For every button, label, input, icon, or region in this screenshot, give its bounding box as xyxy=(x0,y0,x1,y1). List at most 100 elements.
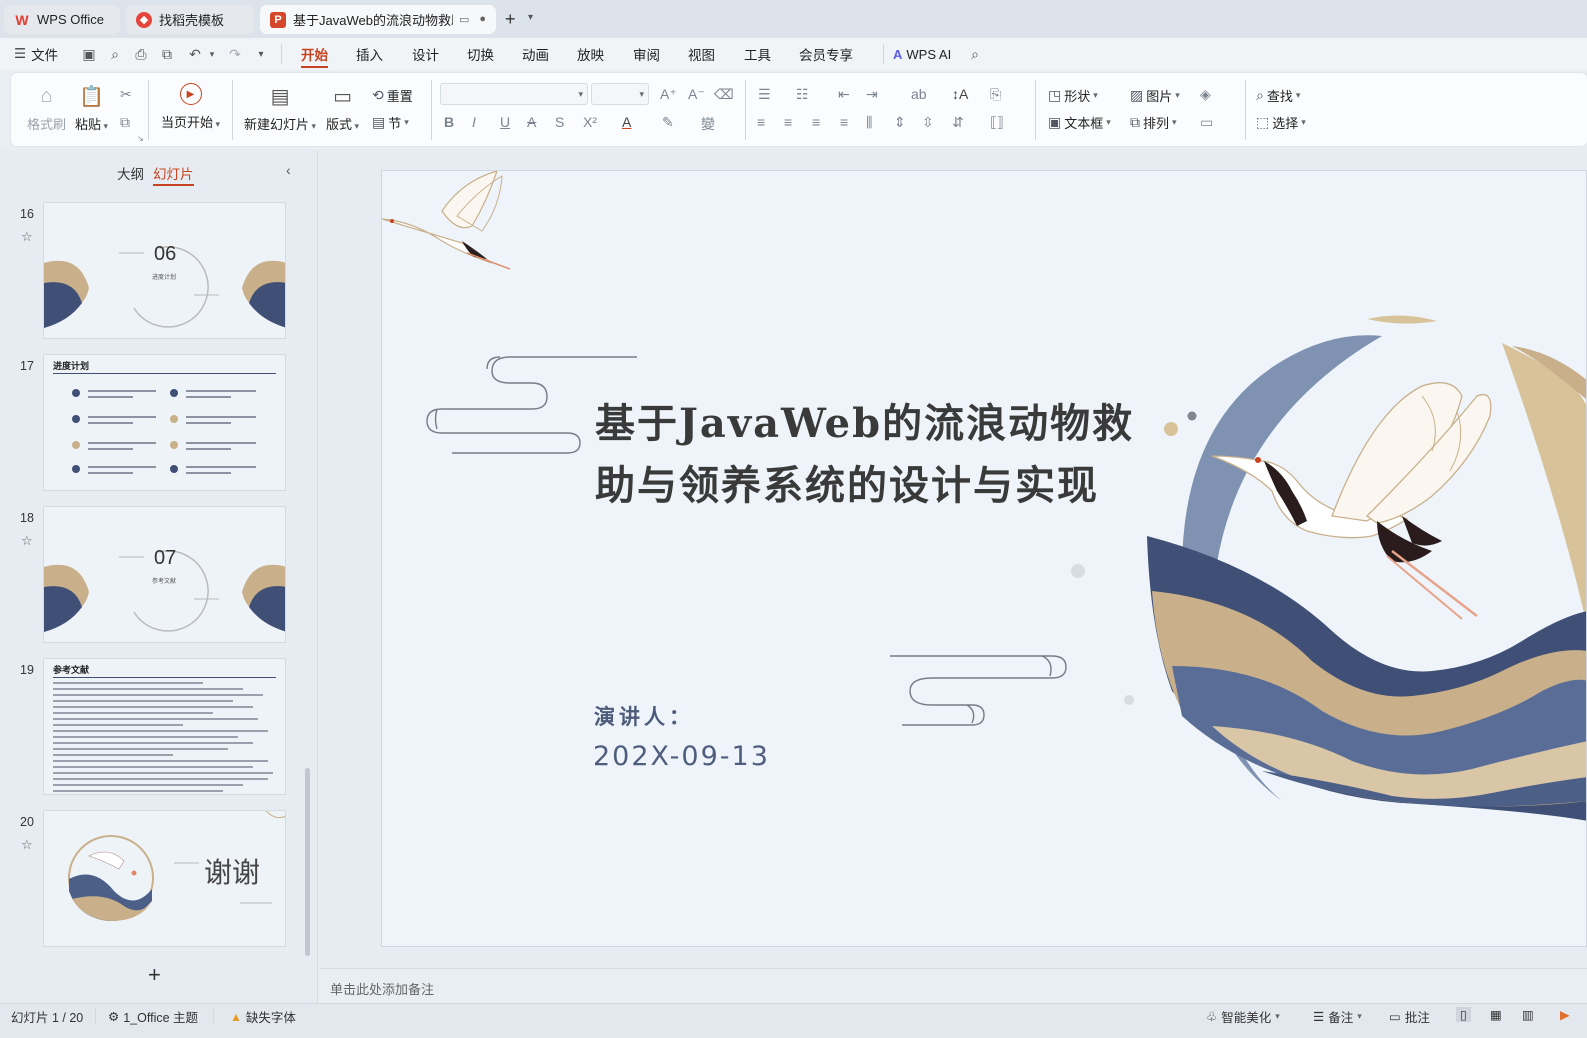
tab-review[interactable]: 审阅 xyxy=(633,38,660,70)
current-slide[interactable]: 基于JavaWeb的流浪动物救助与领养系统的设计与实现 演讲人： 202X-09… xyxy=(381,170,1587,947)
search-icon[interactable]: ⌕ xyxy=(966,45,984,63)
tab-insert[interactable]: 插入 xyxy=(356,38,383,70)
add-slide-plus-icon[interactable]: + xyxy=(148,962,161,988)
shadow-icon[interactable]: S xyxy=(555,114,564,130)
more-chevron-down-icon[interactable]: ▾ xyxy=(252,45,270,63)
picture-button[interactable]: ▨ 图片 ▾ xyxy=(1130,86,1180,105)
text-wrap-icon[interactable]: ⟦⟧ xyxy=(990,114,1004,131)
reading-view-icon[interactable]: ▥ xyxy=(1522,1007,1534,1022)
numbering-icon[interactable]: ☷ xyxy=(796,86,809,103)
speaker-label[interactable]: 演讲人： xyxy=(594,701,694,731)
increase-indent-icon[interactable]: ⇥ xyxy=(866,86,878,103)
slide-thumbnail-19[interactable]: 参考文献 xyxy=(43,658,286,795)
find-button[interactable]: ⌕ 查找 ▾ xyxy=(1256,86,1300,105)
textbox-button[interactable]: ▣ 文本框 ▾ xyxy=(1048,113,1111,132)
strikethrough-icon[interactable]: A xyxy=(527,114,536,130)
notes-toggle-button[interactable]: ☰ 备注 ▾ xyxy=(1313,1007,1362,1026)
bullets-icon[interactable]: ☰ xyxy=(758,86,771,103)
new-slide-button[interactable]: ▤ 新建幻灯片 ▾ xyxy=(244,83,316,133)
reset-button[interactable]: ⟲ 重置 xyxy=(372,86,413,105)
align-center-icon[interactable]: ≡ xyxy=(784,114,792,130)
missing-font-indicator[interactable]: ▲ 缺失字体 xyxy=(230,1007,296,1026)
tab-member[interactable]: 会员专享 xyxy=(799,38,853,70)
align-left-icon[interactable]: ≡ xyxy=(757,114,765,130)
justify-icon[interactable]: ≡ xyxy=(840,114,848,130)
cut-icon[interactable]: ✂ xyxy=(120,86,132,103)
slide-thumbnail-18[interactable]: 07 参考文献 xyxy=(43,506,286,643)
slide-thumbnail-16[interactable]: 06 进度计划 xyxy=(43,202,286,339)
paragraph-spacing-icon[interactable]: ⇳ xyxy=(922,114,934,131)
tab-slideshow[interactable]: 放映 xyxy=(577,38,604,70)
arrange-button[interactable]: ⧉ 排列 ▾ xyxy=(1130,113,1177,132)
unsaved-dot-icon[interactable]: ● xyxy=(479,13,486,26)
print-icon[interactable]: ⎙ xyxy=(132,45,150,63)
slide-sorter-icon[interactable]: ▦ xyxy=(1490,1007,1502,1022)
outline-icon[interactable]: ▭ xyxy=(1200,114,1213,131)
section-button[interactable]: ▤ 节 ▾ xyxy=(372,113,409,132)
format-painter-button[interactable]: ⌂ 格式刷 xyxy=(27,83,66,133)
font-family-select[interactable]: ▾ xyxy=(440,83,588,105)
undo-chevron-down-icon[interactable]: ▾ xyxy=(203,45,221,63)
select-button[interactable]: ⬚ 选择 ▾ xyxy=(1256,113,1306,132)
new-tab-plus-icon[interactable]: + xyxy=(505,9,516,30)
phonetic-icon[interactable]: 變 xyxy=(701,114,715,134)
print-preview-icon[interactable]: ⧉ xyxy=(158,45,176,63)
undo-icon[interactable]: ↶ xyxy=(186,45,204,63)
star-icon[interactable]: ☆ xyxy=(21,837,33,853)
tab-list-chevron-down-icon[interactable]: ▾ xyxy=(528,12,533,23)
panel-scrollbar[interactable] xyxy=(305,768,310,956)
tab-slides[interactable]: 幻灯片 xyxy=(153,163,194,186)
slide-title[interactable]: 基于JavaWeb的流浪动物救助与领养系统的设计与实现 xyxy=(595,393,1155,517)
theme-indicator[interactable]: ⚙ 1_Office 主题 xyxy=(108,1007,198,1026)
normal-view-icon[interactable]: ▯ xyxy=(1456,1007,1471,1022)
clear-format-icon[interactable]: ⌫ xyxy=(714,86,734,103)
font-shrink-icon[interactable]: A⁻ xyxy=(688,86,705,103)
notes-placeholder[interactable]: 单击此处添加备注 xyxy=(330,979,434,998)
superscript-icon[interactable]: X² xyxy=(583,114,597,130)
collapse-panel-chevron-left-icon[interactable]: ‹ xyxy=(286,162,291,178)
tab-current-presentation[interactable]: P 基于JavaWeb的流浪动物救助 ▭ ● xyxy=(260,5,496,34)
convert-smartart-icon[interactable]: ⎘ xyxy=(990,86,1001,103)
distribute-icon[interactable]: ⫼ xyxy=(866,114,872,131)
tab-wps-office[interactable]: W WPS Office xyxy=(4,5,120,34)
play-from-current-button[interactable]: ▶ 当页开始 ▾ xyxy=(161,83,220,131)
save-icon[interactable]: ▣ xyxy=(80,45,98,63)
clipboard-expand-icon[interactable]: ↘ xyxy=(137,134,144,143)
layout-button[interactable]: ▭ 版式 ▾ xyxy=(326,83,359,133)
line-spacing-icon[interactable]: ↕A xyxy=(952,86,968,102)
tab-tools[interactable]: 工具 xyxy=(744,38,771,70)
bold-icon[interactable]: B xyxy=(444,114,454,130)
tab-design[interactable]: 设计 xyxy=(412,38,439,70)
slide-thumbnail-17[interactable]: 进度计划 xyxy=(43,354,286,491)
file-menu[interactable]: ☰ 文件 xyxy=(14,38,58,70)
tab-transitions[interactable]: 切换 xyxy=(467,38,494,70)
underline-icon[interactable]: U xyxy=(500,114,510,130)
slideshow-icon[interactable]: ▶ xyxy=(1560,1007,1570,1022)
star-icon[interactable]: ☆ xyxy=(21,229,33,245)
notes-pane[interactable] xyxy=(319,968,1587,1003)
tab-animations[interactable]: 动画 xyxy=(522,38,549,70)
highlight-icon[interactable]: ✎ xyxy=(662,114,674,131)
presentation-date[interactable]: 202X-09-13 xyxy=(593,741,770,772)
font-size-select[interactable]: ▾ xyxy=(591,83,649,105)
tab-docer-templates[interactable]: ◆ 找稻壳模板 xyxy=(126,5,254,34)
tab-outline[interactable]: 大纲 xyxy=(117,163,144,183)
italic-icon[interactable]: I xyxy=(472,114,476,130)
copy-icon[interactable]: ⧉ xyxy=(120,114,130,131)
smart-beautify-button[interactable]: ♧ 智能美化 ▾ xyxy=(1206,1007,1280,1026)
fill-icon[interactable]: ◈ xyxy=(1200,86,1211,103)
tab-view[interactable]: 视图 xyxy=(688,38,715,70)
slide-thumbnail-20[interactable]: 谢谢 xyxy=(43,810,286,947)
comments-button[interactable]: ▭ 批注 xyxy=(1389,1007,1430,1026)
font-grow-icon[interactable]: A⁺ xyxy=(660,86,677,103)
align-right-icon[interactable]: ≡ xyxy=(812,114,820,130)
export-icon[interactable]: ⌕ xyxy=(106,45,124,63)
text-direction-icon[interactable]: ab xyxy=(911,86,927,102)
vertical-align-icon[interactable]: ⇕ xyxy=(894,114,906,131)
font-color-icon[interactable]: A xyxy=(622,114,631,130)
redo-icon[interactable]: ↷ xyxy=(226,45,244,63)
columns-icon[interactable]: ⇵ xyxy=(952,114,964,131)
shape-button[interactable]: ◳ 形状 ▾ xyxy=(1048,86,1098,105)
star-icon[interactable]: ☆ xyxy=(21,533,33,549)
wps-ai-button[interactable]: A WPS AI xyxy=(893,38,951,70)
